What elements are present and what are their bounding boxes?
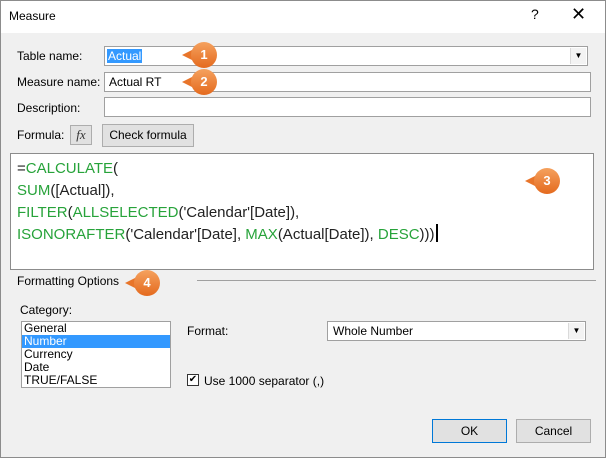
separator-checkbox[interactable]: ✔ <box>187 374 199 386</box>
measure-name-value: Actual RT <box>109 75 162 89</box>
title-bar: Measure ? ✕ <box>1 1 605 33</box>
text-cursor <box>435 224 438 242</box>
formula-editor[interactable]: =CALCULATE(SUM([Actual]), FILTER(ALLSELEC… <box>10 153 594 270</box>
chevron-down-icon[interactable]: ▼ <box>568 323 584 339</box>
formula-token: FILTER <box>17 204 68 221</box>
callout-number: 2 <box>200 74 208 89</box>
callout-number: 1 <box>200 47 208 62</box>
callout-number: 3 <box>543 173 551 188</box>
format-label: Format: <box>187 324 229 338</box>
check-formula-button[interactable]: Check formula <box>102 124 194 147</box>
window-title: Measure <box>9 9 56 23</box>
formula-token: (Actual[Date]), <box>277 226 378 243</box>
formula-token: ( <box>113 160 119 177</box>
measure-name-label: Measure name: <box>17 75 101 89</box>
fx-icon[interactable]: fx <box>70 125 92 145</box>
category-label: Category: <box>20 303 73 317</box>
format-value: Whole Number <box>333 324 414 338</box>
close-icon[interactable]: ✕ <box>571 4 586 25</box>
formula-token: ('Calendar'[Date]), <box>178 204 300 221</box>
formula-token: ALLSELECTED <box>72 204 179 221</box>
formula-line: =CALCULATE( <box>17 158 587 180</box>
cancel-button[interactable]: Cancel <box>516 419 591 443</box>
formula-line: SUM([Actual]), <box>17 180 587 202</box>
measure-dialog: Measure ? ✕ Table name: Actual ▼ Measure… <box>0 0 606 458</box>
formula-label: Formula: <box>17 128 65 142</box>
measure-name-field[interactable]: Actual RT <box>104 72 591 92</box>
formula-token: SUM <box>17 182 51 199</box>
formula-token: ))) <box>419 226 435 243</box>
table-name-label: Table name: <box>17 49 83 63</box>
format-select[interactable]: Whole Number ▼ <box>327 321 586 341</box>
ok-button[interactable]: OK <box>432 419 507 443</box>
separator-label: Use 1000 separator (,) <box>204 374 325 388</box>
formula-token: CALCULATE <box>25 160 114 177</box>
category-item[interactable]: TRUE/FALSE <box>22 374 170 387</box>
formula-token: DESC <box>377 226 420 243</box>
formula-line: ISONORAFTER('Calendar'[Date], MAX(Actual… <box>17 224 587 246</box>
table-name-select[interactable]: Actual ▼ <box>104 46 588 66</box>
callout-number: 4 <box>143 275 151 290</box>
table-name-value: Actual <box>107 49 143 63</box>
formatting-options-heading: Formatting Options <box>17 274 120 288</box>
check-icon: ✔ <box>188 374 198 385</box>
description-field[interactable] <box>104 97 591 117</box>
help-icon[interactable]: ? <box>531 6 539 22</box>
formula-token: = <box>17 160 26 177</box>
chevron-down-icon[interactable]: ▼ <box>570 48 586 64</box>
formula-line: FILTER(ALLSELECTED('Calendar'[Date]), <box>17 202 587 224</box>
category-list[interactable]: General Number Currency Date TRUE/FALSE <box>21 321 171 388</box>
formula-token: ISONORAFTER <box>17 226 126 243</box>
section-divider <box>197 280 596 281</box>
description-label: Description: <box>17 101 81 115</box>
formula-token: ([Actual]), <box>50 182 115 199</box>
formula-token: ('Calendar'[Date], <box>125 226 246 243</box>
formula-token: MAX <box>245 226 278 243</box>
